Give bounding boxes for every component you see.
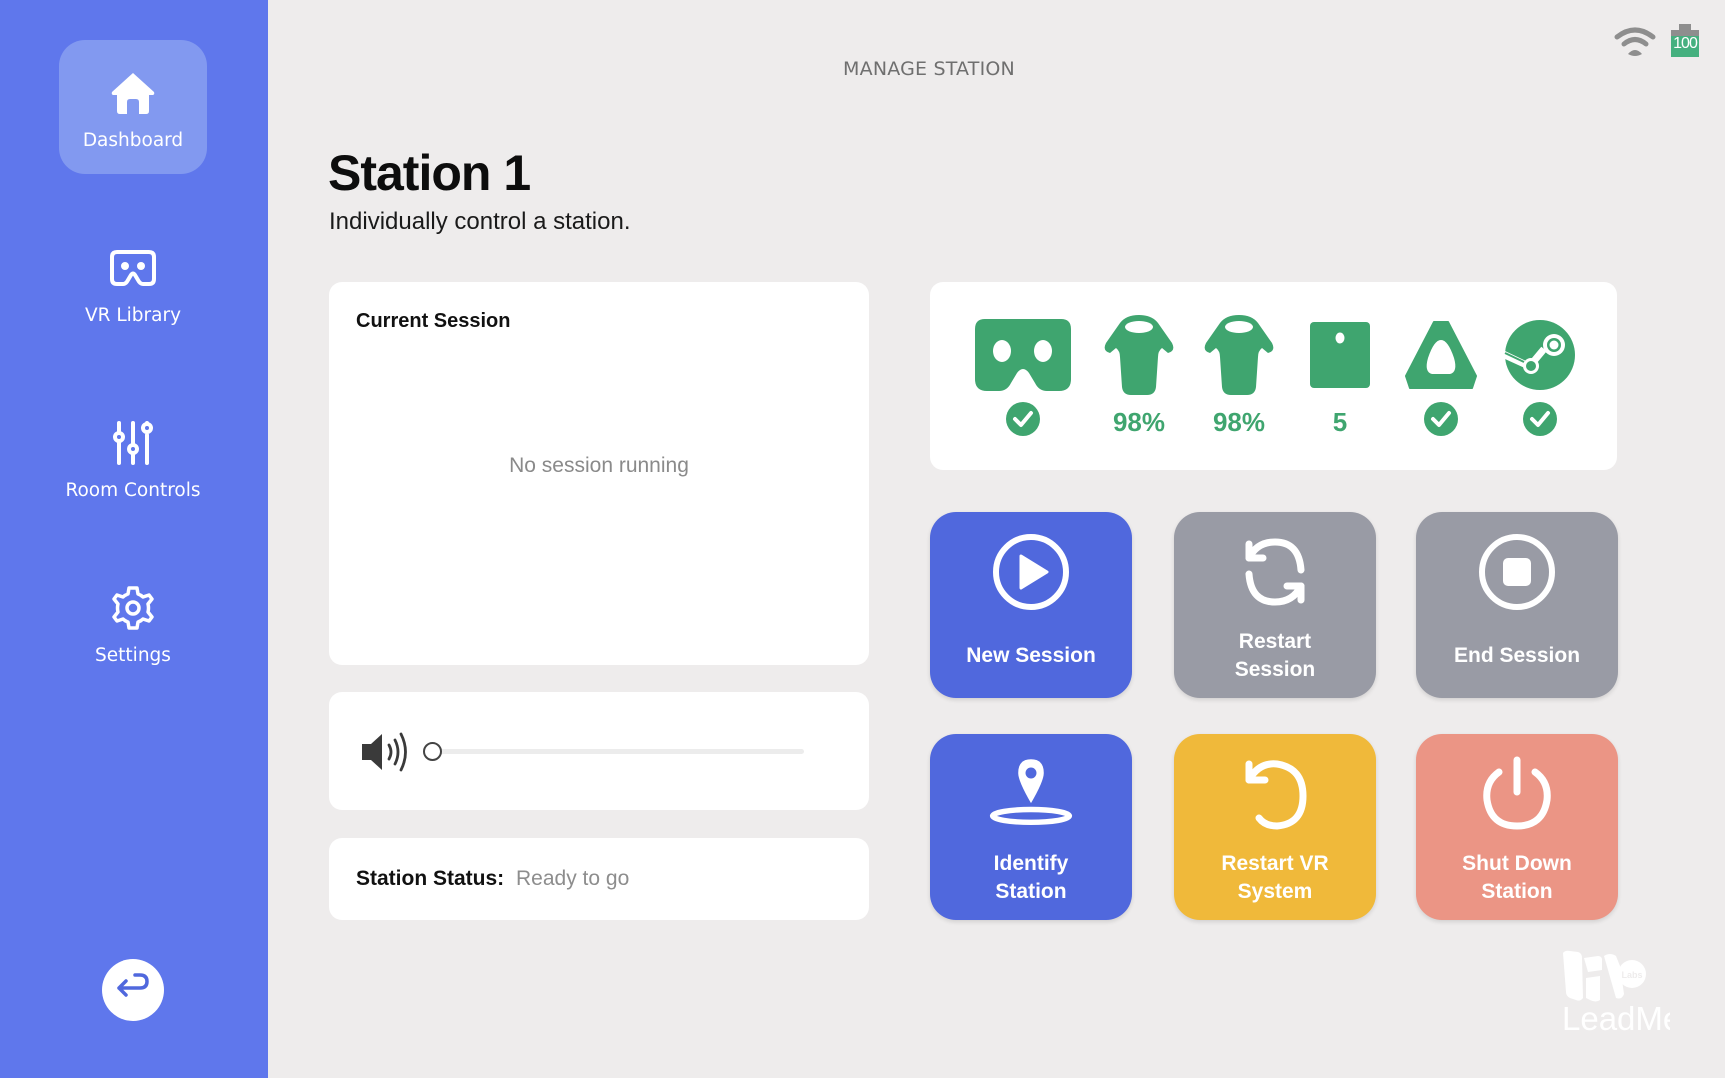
refresh-icon (1233, 530, 1317, 614)
new-session-label: New Session (966, 644, 1096, 667)
identify-station-button[interactable]: Identify Station (930, 734, 1132, 920)
controller-icon (1189, 312, 1289, 398)
check-circle-icon (1522, 401, 1558, 444)
logo-text: LeadMe (1562, 1000, 1670, 1035)
end-session-label: End Session (1453, 644, 1581, 667)
sidebar: Dashboard VR Library Room Controls Setti… (0, 0, 268, 1078)
tracker-count: 5 (1332, 406, 1348, 437)
restart-vr-system-label: Restart VR System (1221, 852, 1329, 903)
station-status-label: Station Status: (356, 867, 505, 890)
location-pin-icon (989, 752, 1073, 836)
sidebar-item-label: VR Library (84, 305, 182, 326)
base-station-icon (1391, 312, 1491, 398)
end-session-button[interactable]: End Session (1416, 512, 1618, 698)
tracker-icon (1290, 312, 1390, 398)
page-title: Station 1 (328, 145, 531, 201)
base-station-status (1391, 401, 1491, 440)
shut-down-station-button[interactable]: Shut Down Station (1416, 734, 1618, 920)
restart-vr-system-button[interactable]: Restart VR System (1174, 734, 1376, 920)
sidebar-item-label: Room Controls (65, 480, 201, 501)
volume-card (329, 692, 869, 810)
current-session-card: Current Session No session running (329, 282, 869, 665)
identify-station-label: Identify Station (993, 852, 1069, 903)
device-steam (1490, 282, 1590, 470)
volume-slider-thumb[interactable] (423, 742, 442, 761)
restart-session-button[interactable]: Restart Session (1174, 512, 1376, 698)
device-right-controller: 98% (1189, 282, 1289, 470)
shut-down-station-label: Shut Down Station (1462, 852, 1572, 903)
page-subtitle: Individually control a station. (329, 208, 631, 235)
sidebar-item-room-controls[interactable]: Room Controls (59, 390, 207, 524)
device-trackers: 5 (1290, 282, 1390, 470)
device-base-station (1391, 282, 1491, 470)
play-circle-icon (989, 530, 1073, 614)
restart-session-label: Restart Session (1234, 630, 1316, 681)
check-circle-icon (1423, 401, 1459, 444)
leadme-logo: Labs LeadMe (1530, 940, 1681, 1037)
header-title: MANAGE STATION (843, 58, 1015, 80)
controller-icon (1089, 312, 1189, 398)
stop-circle-icon (1475, 530, 1559, 614)
restart-icon (1233, 752, 1317, 836)
battery-indicator: 100 (1671, 24, 1699, 58)
sidebar-item-dashboard[interactable]: Dashboard (59, 40, 207, 174)
home-icon (106, 66, 160, 120)
speaker-icon[interactable] (360, 730, 412, 778)
vr-headset-icon (106, 241, 160, 295)
wifi-icon (1613, 26, 1657, 62)
left-controller-battery: 98% (1112, 406, 1166, 437)
sidebar-item-label: Settings (95, 645, 171, 666)
sidebar-item-settings[interactable]: Settings (59, 555, 207, 689)
sliders-icon (106, 416, 160, 470)
volume-slider[interactable] (423, 742, 804, 761)
no-session-text: No session running (509, 454, 689, 477)
station-status-value: Ready to go (516, 867, 630, 890)
device-left-controller: 98% (1089, 282, 1189, 470)
return-arrow-icon (116, 973, 150, 1007)
new-session-button[interactable]: New Session (930, 512, 1132, 698)
status-bar: 100 (1610, 24, 1710, 60)
power-icon (1475, 752, 1559, 836)
right-controller-battery: 98% (1212, 406, 1266, 437)
device-status-card: 98% 98% 5 (930, 282, 1617, 470)
sidebar-item-label: Dashboard (82, 130, 184, 151)
current-session-title: Current Session (356, 310, 511, 332)
logo-badge: Labs (1621, 970, 1642, 980)
battery-level: 100 (1673, 35, 1698, 52)
sidebar-item-vr-library[interactable]: VR Library (59, 215, 207, 349)
back-button[interactable] (102, 959, 164, 1021)
check-circle-icon (1005, 401, 1041, 444)
steam-status (1490, 401, 1590, 440)
station-status-card: Station Status: Ready to go (329, 838, 869, 920)
gear-icon (106, 581, 160, 635)
headset-status (973, 401, 1073, 440)
device-headset (973, 282, 1073, 470)
steam-icon (1490, 312, 1590, 398)
vr-headset-icon (973, 312, 1073, 398)
